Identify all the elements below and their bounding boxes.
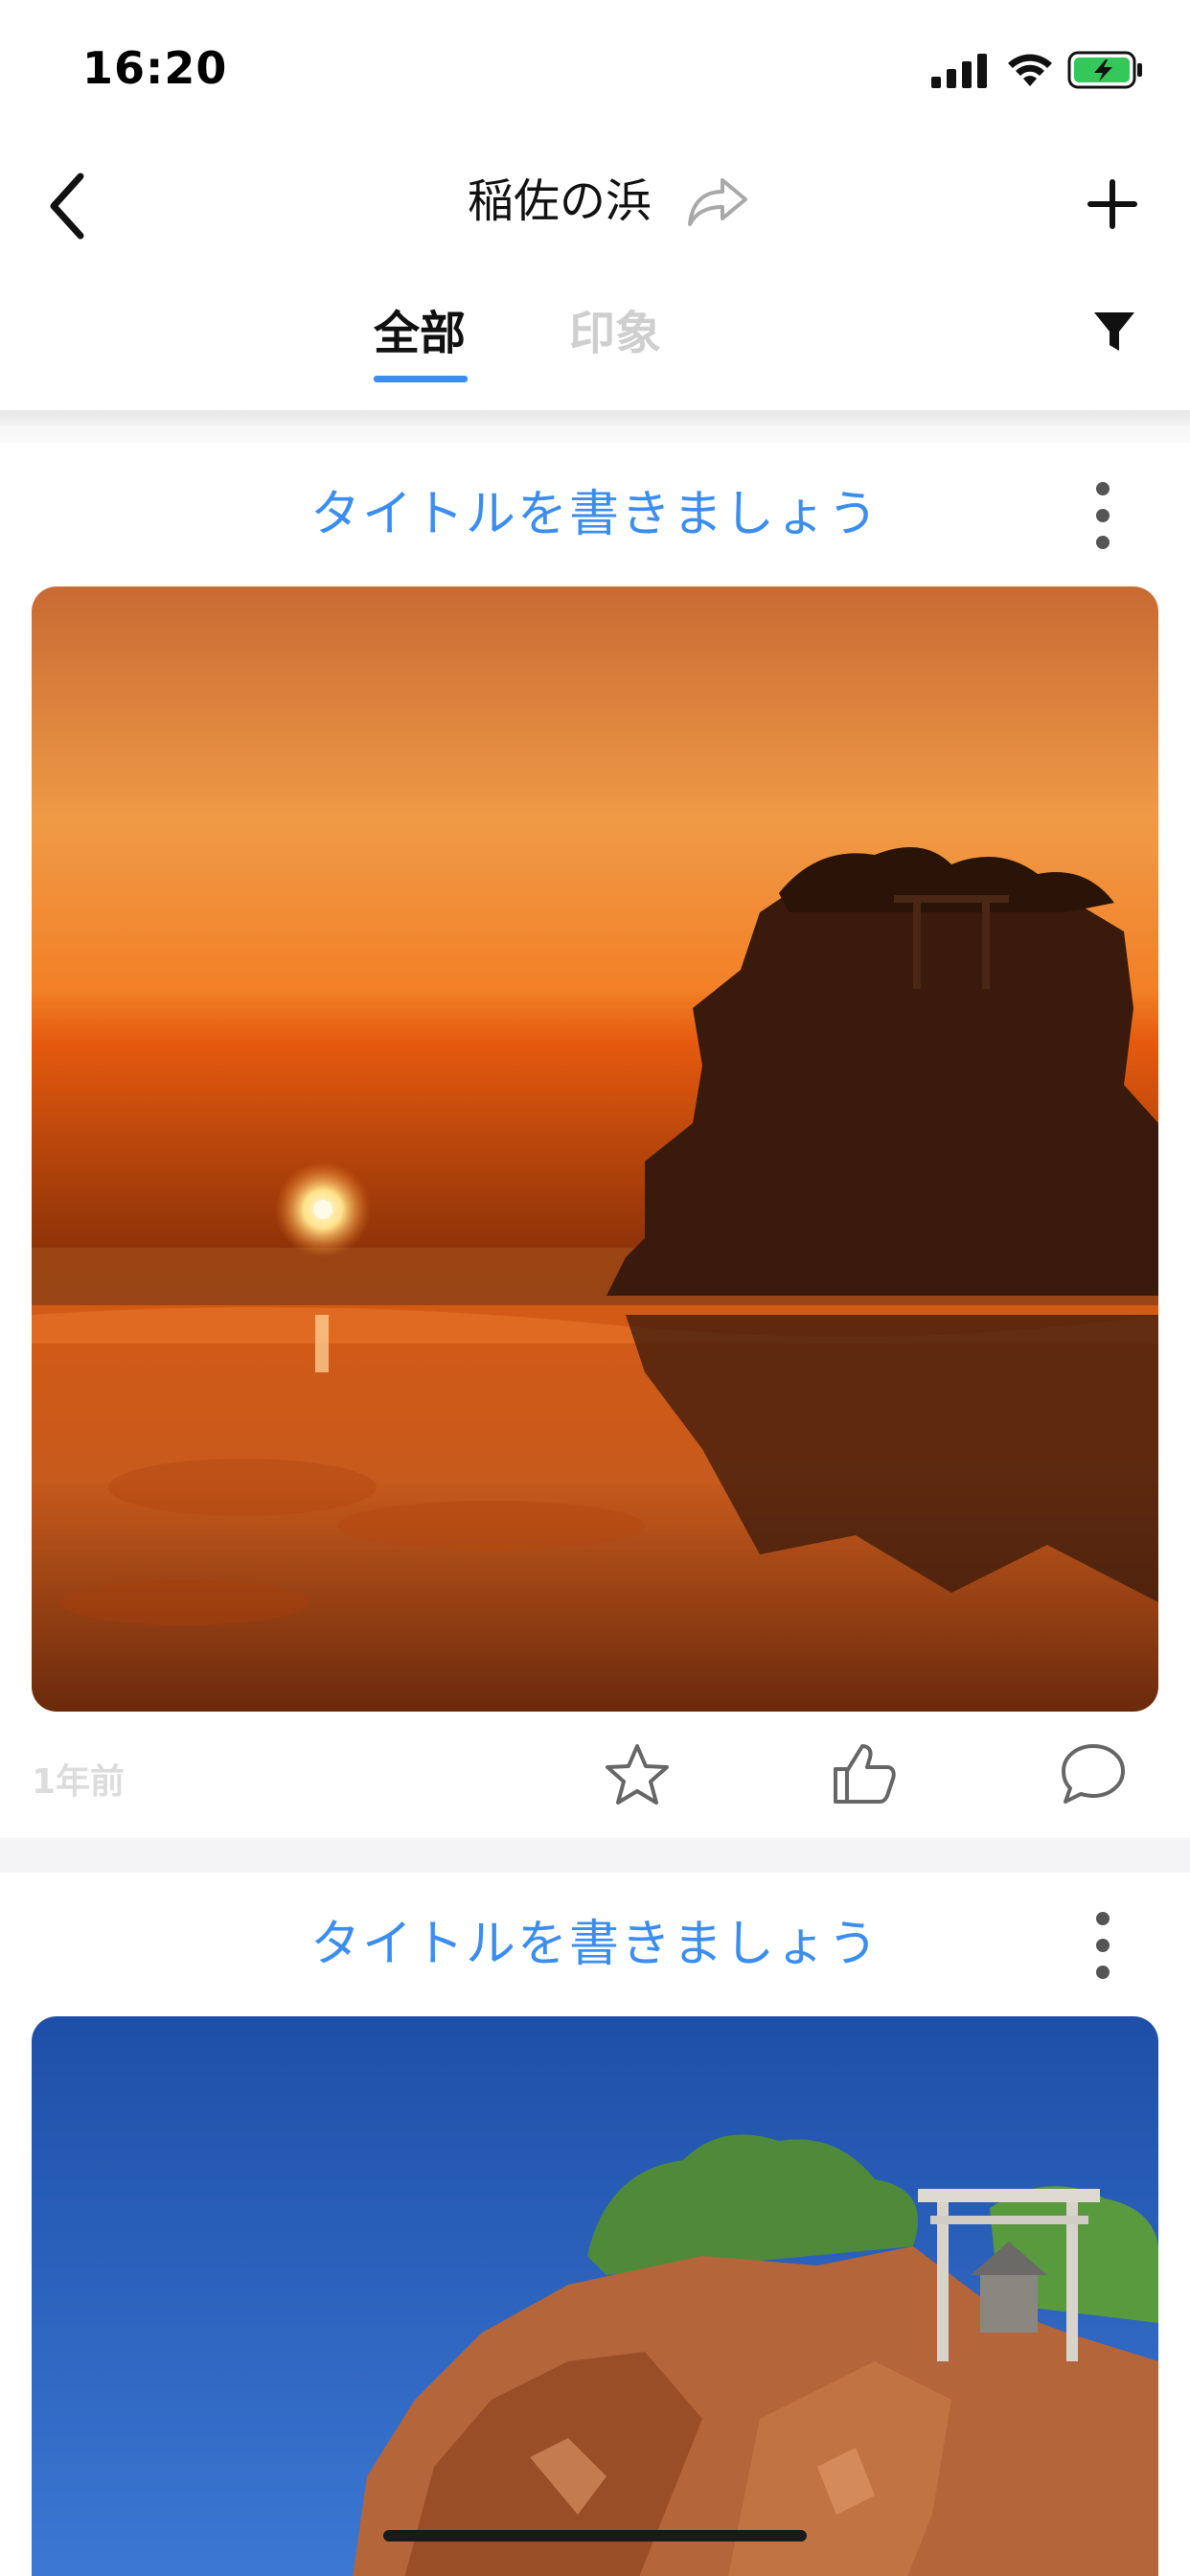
page-title: 稲佐の浜: [468, 174, 652, 228]
plus-icon[interactable]: [1087, 178, 1138, 230]
header-divider-shadow: [0, 410, 1190, 443]
post-photo-blue-sky-rock[interactable]: [32, 2016, 1158, 2576]
wifi-icon: [1008, 54, 1052, 86]
status-icons: [931, 48, 1142, 96]
tab-impression[interactable]: 印象: [569, 305, 661, 362]
speech-bubble-icon[interactable]: [1060, 1742, 1127, 1806]
status-time: 16:20: [82, 42, 228, 94]
post-feed[interactable]: タイトルを書きましょう 1年前 タイトルを書きましょう: [0, 443, 1190, 2576]
back-chevron-icon[interactable]: [42, 169, 94, 243]
share-arrow-icon[interactable]: [686, 172, 749, 230]
post-card: タイトルを書きましょう: [0, 443, 1190, 1838]
post-time-ago: 1年前: [32, 1762, 126, 1802]
tab-all[interactable]: 全部: [374, 305, 466, 362]
post-card: タイトルを書きましょう: [0, 1873, 1190, 2576]
post-title[interactable]: タイトルを書きましょう: [0, 1911, 1190, 1978]
vertical-dots-icon[interactable]: [1083, 1905, 1123, 1986]
nav-bar: 稲佐の浜: [0, 144, 1190, 268]
thumbs-up-icon[interactable]: [830, 1740, 897, 1806]
post-photo-sunset-beach[interactable]: [32, 586, 1158, 1712]
battery-icon: [1067, 51, 1142, 89]
home-indicator[interactable]: [383, 2530, 807, 2542]
status-bar: 16:20: [0, 0, 1190, 134]
signal-icon: [931, 54, 987, 88]
star-icon[interactable]: [604, 1742, 671, 1807]
vertical-dots-icon[interactable]: [1083, 475, 1123, 556]
filter-funnel-icon[interactable]: [1092, 309, 1136, 355]
post-title[interactable]: タイトルを書きましょう: [0, 481, 1190, 548]
tab-bar: 全部 印象: [0, 288, 1190, 412]
active-tab-indicator: [374, 376, 468, 382]
